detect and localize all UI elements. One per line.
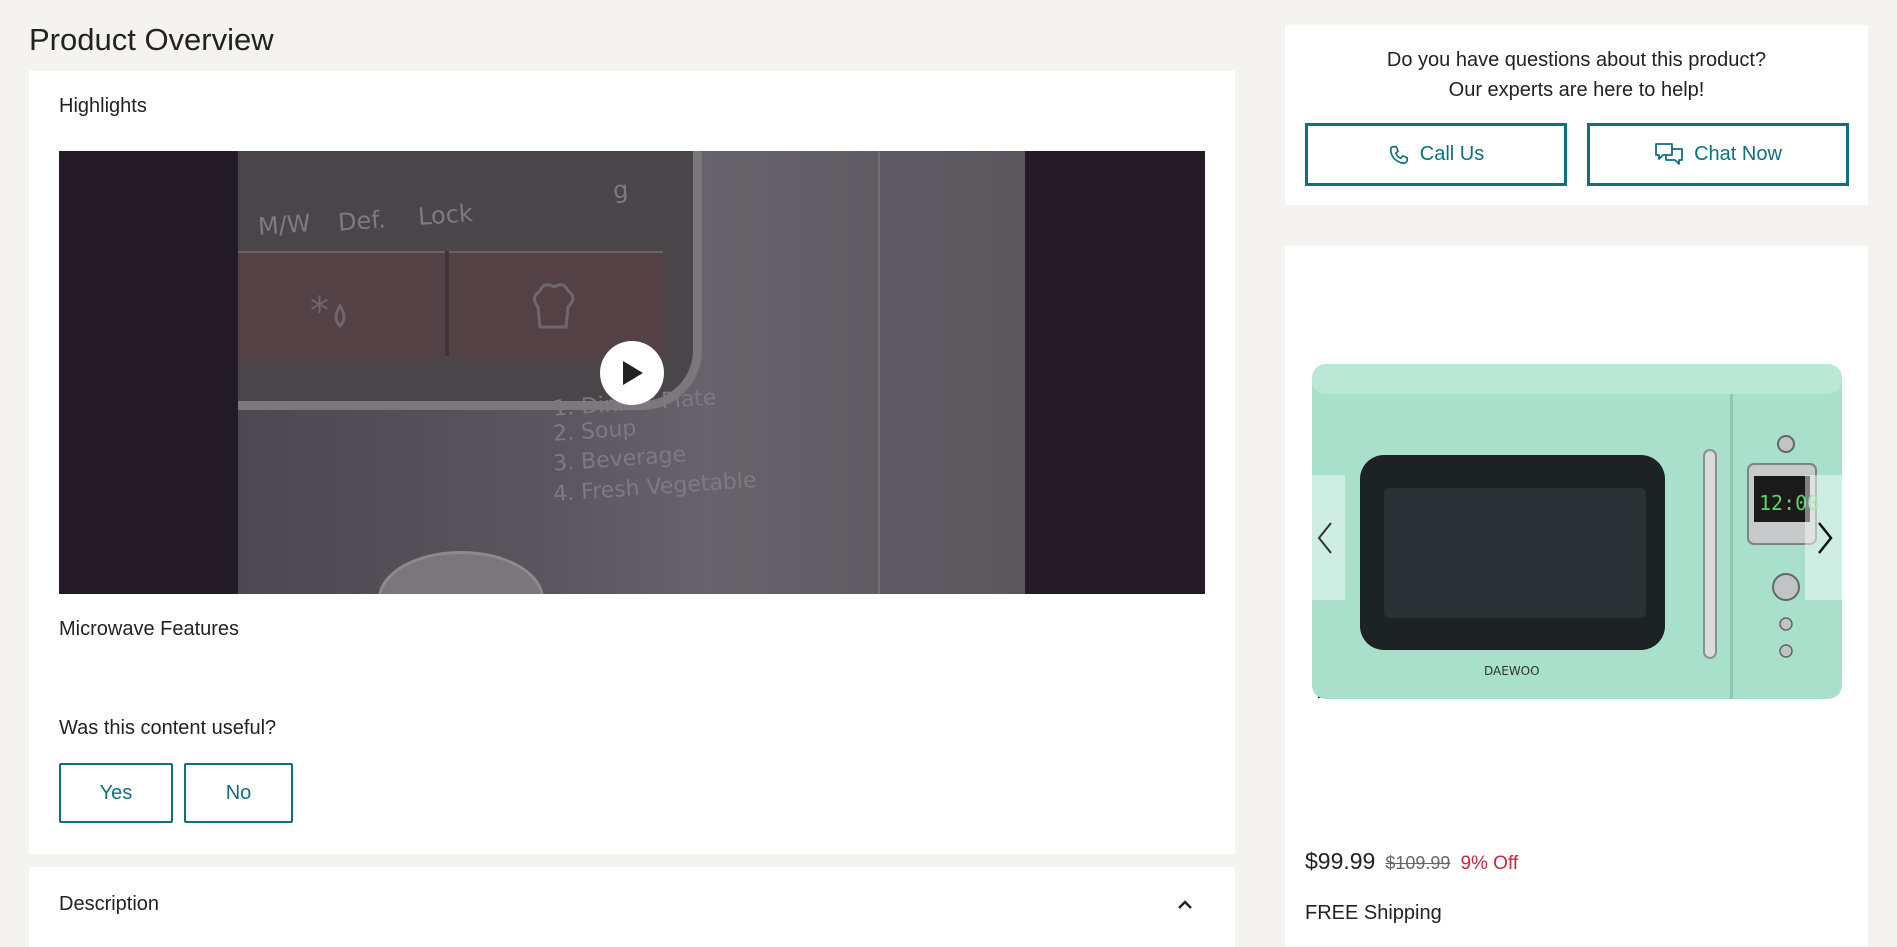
chat-now-label: Chat Now xyxy=(1694,143,1782,165)
product-image[interactable]: DAEWOO 12:00 xyxy=(1312,364,1842,704)
video-player[interactable]: M/W Def. Lock g 1. Dinner Plate 2. Soup … xyxy=(59,151,1205,594)
video-knob xyxy=(378,551,544,594)
product-card: DAEWOO 12:00 $99.99 $109.99 9% Off FREE … xyxy=(1285,246,1868,946)
svg-text:*: * xyxy=(310,289,329,333)
feedback-question: Was this content useful? xyxy=(59,717,277,739)
page-title: Product Overview xyxy=(29,22,274,57)
chevron-right-icon xyxy=(1818,521,1833,554)
help-text-line1: Do you have questions about this product… xyxy=(1386,49,1767,71)
video-panel-divider xyxy=(445,251,449,356)
shipping-info: FREE Shipping xyxy=(1305,902,1442,924)
help-text-line2: Our experts are here to help! xyxy=(1448,79,1705,101)
expert-help-card: Do you have questions about this product… xyxy=(1285,25,1868,205)
product-overview-card: Highlights M/W Def. Lock g 1. Dinner Pla… xyxy=(29,71,1235,854)
carousel-next-button[interactable] xyxy=(1805,475,1845,600)
call-us-label: Call Us xyxy=(1419,143,1485,165)
call-us-button[interactable]: Call Us xyxy=(1305,123,1567,186)
chat-now-button[interactable]: Chat Now xyxy=(1587,123,1849,186)
video-panel-buttons xyxy=(238,251,663,358)
video-caption: Microwave Features xyxy=(59,618,240,640)
chevron-up-icon[interactable] xyxy=(1175,895,1195,915)
chat-bubbles-icon xyxy=(1655,142,1683,165)
feedback-yes-button[interactable]: Yes xyxy=(59,763,173,823)
video-frame-text: 2. Soup xyxy=(552,416,638,447)
phone-icon xyxy=(1389,145,1408,164)
highlights-label: Highlights xyxy=(59,95,147,117)
carousel-prev-button[interactable] xyxy=(1305,475,1345,600)
video-frame-text: M/W xyxy=(257,209,312,241)
play-button[interactable] xyxy=(600,341,664,405)
discount-badge: 9% Off xyxy=(1460,853,1519,874)
description-label: Description xyxy=(59,893,160,915)
help-text: Do you have questions about this product… xyxy=(1285,45,1868,105)
video-frame-text: Lock xyxy=(417,199,474,231)
video-frame-text: 3. Beverage xyxy=(552,442,687,477)
defrost-icon: * xyxy=(310,289,346,333)
chevron-left-icon xyxy=(1317,521,1332,554)
chef-hat-icon xyxy=(533,283,575,329)
current-price: $99.99 xyxy=(1305,848,1376,874)
original-price: $109.99 xyxy=(1385,853,1451,873)
play-icon xyxy=(623,361,643,385)
video-frame-text: g xyxy=(612,175,630,205)
brand-logo: DAEWOO xyxy=(1484,664,1540,678)
description-accordion[interactable]: Description xyxy=(29,867,1235,947)
price-row: $99.99 $109.99 9% Off xyxy=(1305,848,1518,875)
video-frame-text: Def. xyxy=(337,205,387,237)
feedback-no-button[interactable]: No xyxy=(184,763,293,823)
video-frame-edge xyxy=(878,151,940,594)
